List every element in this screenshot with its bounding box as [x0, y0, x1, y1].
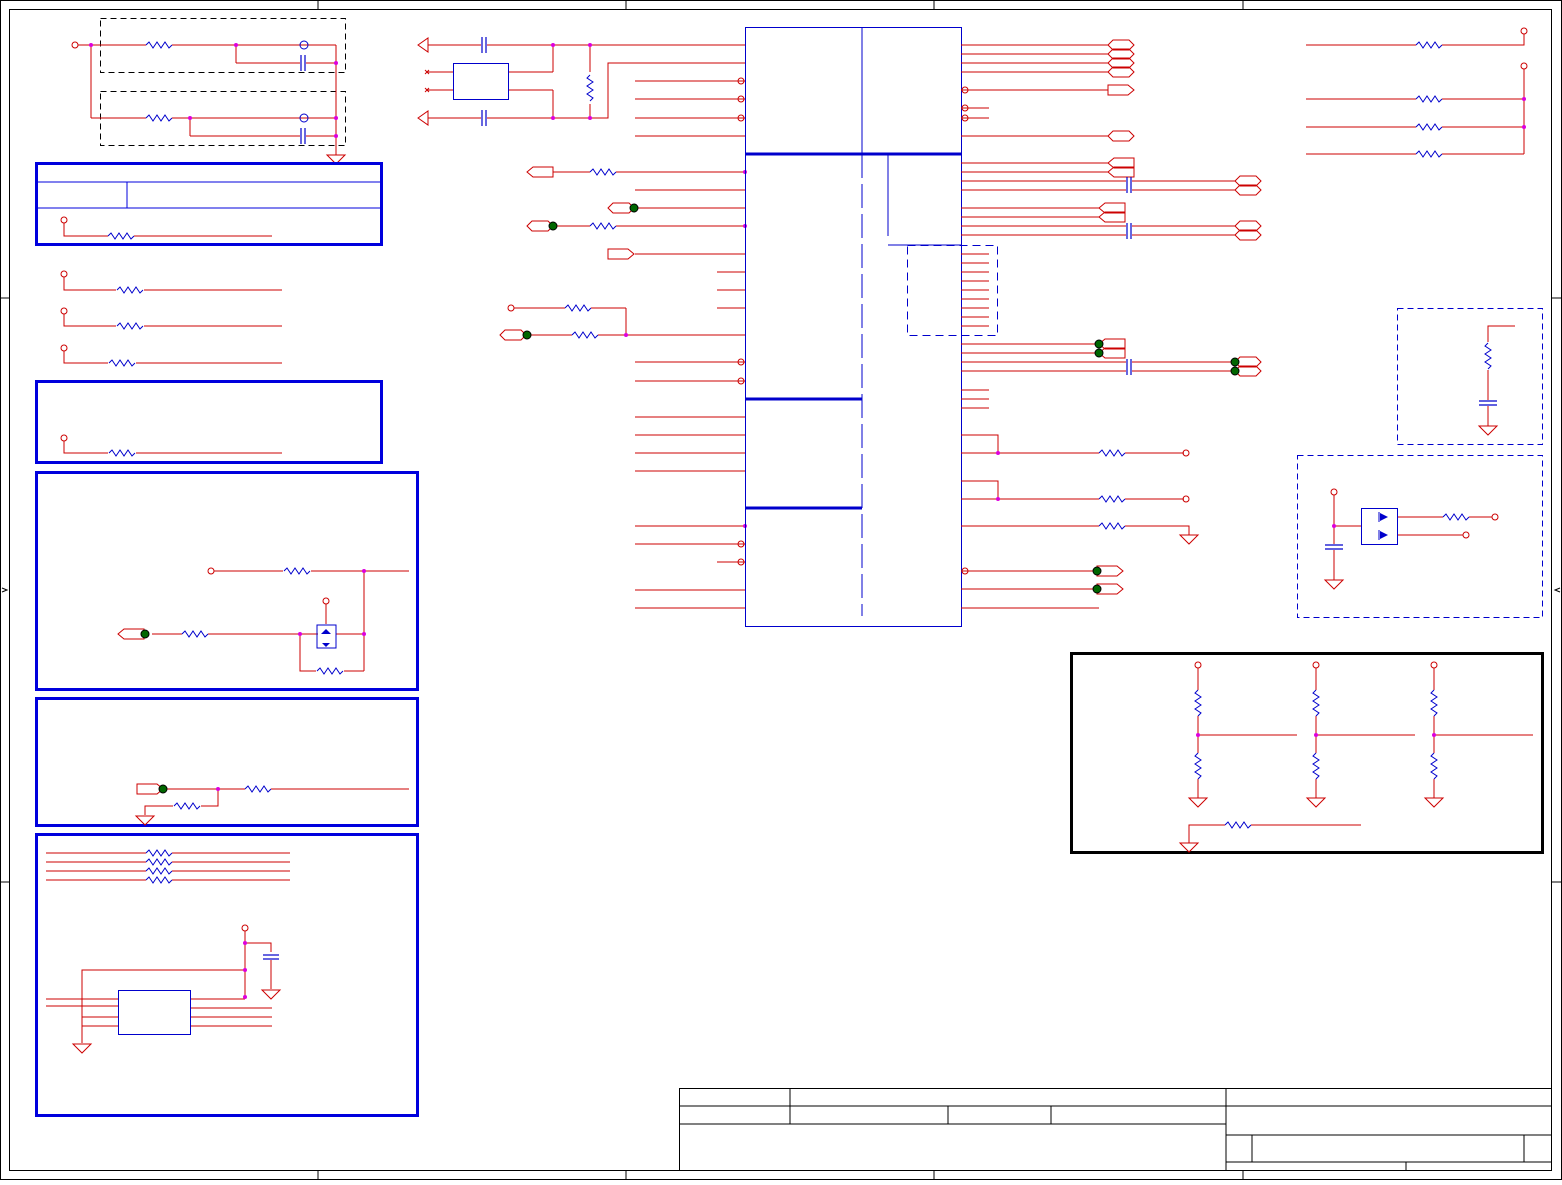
ground-icon: [1478, 425, 1498, 436]
ground-icon: [261, 989, 281, 1000]
ground-icon: [1424, 797, 1444, 808]
ic-right-nets: [961, 39, 1262, 609]
ground-icon: [72, 1043, 92, 1054]
resistor-icon: [1194, 752, 1202, 780]
config-box-1: [35, 162, 383, 246]
resistor-icon: [181, 630, 209, 638]
resistor-icon: [145, 114, 173, 122]
capacitor-icon: [481, 109, 487, 127]
port-arrow-icon: [526, 166, 554, 178]
resistor-icon: [1098, 495, 1126, 503]
resistor-icon: [108, 359, 136, 367]
resistor-icon: [589, 168, 617, 176]
ground-icon: [1179, 534, 1199, 545]
resistor-icon: [1224, 821, 1252, 829]
capacitor-icon: [481, 36, 487, 54]
ground-icon: [1306, 797, 1326, 808]
resistor-icon: [116, 286, 144, 294]
rc-section-top-left: [71, 18, 346, 165]
ic-left-nets: [499, 166, 747, 609]
resistor-icon: [145, 867, 173, 875]
resistor-icon: [1415, 41, 1443, 49]
capacitor-icon: [1126, 358, 1132, 376]
title-block: [679, 1088, 1552, 1171]
pullup-resistors: [60, 270, 282, 367]
resistor-icon: [145, 876, 173, 884]
resistor-icon: [1098, 449, 1126, 457]
resistor-icon: [1415, 123, 1443, 131]
config-box-2: [35, 380, 383, 464]
ground-icon: [1324, 579, 1344, 590]
port-arrow-icon: [607, 248, 635, 260]
resistor-icon: [1194, 689, 1202, 717]
schematic-canvas: [0, 0, 1562, 1180]
esd-diode-box: [1297, 455, 1543, 618]
divider-box: [1070, 652, 1544, 854]
resistor-icon: [173, 802, 201, 810]
resistor-icon: [564, 304, 592, 312]
ground-icon: [1179, 842, 1199, 853]
sheet-frame: [0, 0, 1562, 1180]
signal-box: [35, 697, 419, 827]
rc-filter-box: [1397, 308, 1543, 445]
resistor-icon: [1312, 752, 1320, 780]
mosfet-icon: [316, 624, 337, 649]
capacitor-icon: [300, 127, 306, 145]
crystal-circuit: [417, 36, 745, 137]
resistor-icon: [108, 449, 136, 457]
resistor-icon: [145, 849, 173, 857]
resistor-icon: [283, 567, 311, 575]
ground-icon: [135, 815, 155, 826]
resistor-icon: [1098, 522, 1126, 530]
resistor-icon: [586, 74, 594, 102]
resistor-icon: [145, 41, 173, 49]
port-arrow-icon: [1107, 84, 1135, 96]
capacitor-icon: [300, 54, 306, 72]
resistor-icon: [1312, 689, 1320, 717]
crystal-icon: [453, 63, 509, 100]
resistor-icon: [116, 322, 144, 330]
schematic-sheet: [0, 0, 1562, 1180]
resistor-icon: [244, 785, 272, 793]
port-arrow-icon: [117, 628, 145, 640]
resistor-icon: [316, 667, 344, 675]
top-right-resistors: [1306, 27, 1528, 158]
capacitor-icon: [1126, 222, 1132, 240]
diode-icon: [1361, 508, 1398, 545]
main-ic: [745, 27, 998, 627]
eeprom-box: [35, 833, 419, 1117]
resistor-icon: [1415, 150, 1443, 158]
port-arrow-icon: [499, 329, 527, 341]
resistor-icon: [1442, 513, 1470, 521]
mosfet-box: [35, 471, 419, 691]
port-arrow-icon: [1107, 130, 1135, 142]
capacitor-icon: [1126, 176, 1132, 194]
resistor-icon: [589, 222, 617, 230]
ground-icon: [1188, 797, 1208, 808]
resistor-icon: [1415, 95, 1443, 103]
resistor-icon: [1484, 342, 1492, 370]
resistor-icon: [1430, 689, 1438, 717]
resistor-icon: [1430, 752, 1438, 780]
resistor-icon: [107, 232, 135, 240]
resistor-icon: [145, 858, 173, 866]
resistor-icon: [571, 331, 599, 339]
